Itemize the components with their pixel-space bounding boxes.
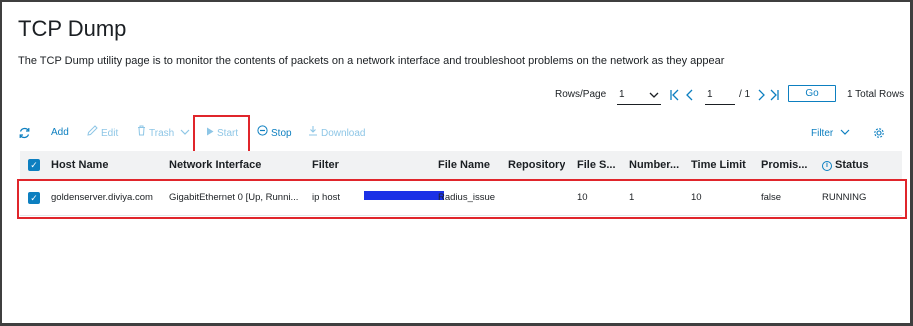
pencil-icon <box>87 124 98 142</box>
chevron-down-icon <box>180 124 190 142</box>
rows-per-page-select[interactable]: 1 <box>617 86 661 105</box>
column-filter[interactable]: Filter <box>312 151 339 179</box>
filter-label: Filter <box>811 128 834 139</box>
stop-icon <box>257 124 268 142</box>
last-page-icon[interactable] <box>768 86 780 109</box>
column-network-interface[interactable]: Network Interface <box>169 151 261 179</box>
trash-button[interactable]: Trash <box>137 124 193 143</box>
stop-label: Stop <box>271 128 292 139</box>
chevron-down-icon <box>649 86 659 111</box>
download-label: Download <box>321 128 366 139</box>
page-number-input[interactable]: 1 <box>705 86 735 105</box>
go-button[interactable]: Go <box>788 85 836 102</box>
column-time-limit[interactable]: Time Limit <box>691 151 746 179</box>
rows-per-page-value: 1 <box>619 89 625 100</box>
start-highlight-box <box>193 115 250 154</box>
previous-page-icon[interactable] <box>685 86 695 109</box>
page-title: TCP Dump <box>18 16 127 41</box>
column-file-name[interactable]: File Name <box>438 151 490 179</box>
column-promiscuous[interactable]: Promis... <box>761 151 807 179</box>
edit-button[interactable]: Edit <box>87 124 118 143</box>
row-highlight-box <box>17 179 907 219</box>
edit-label: Edit <box>101 128 119 139</box>
first-page-icon[interactable] <box>669 86 681 109</box>
select-all-checkbox[interactable]: ✓ <box>28 159 40 171</box>
download-icon <box>308 124 318 142</box>
stop-button[interactable]: Stop <box>257 124 292 143</box>
gear-icon[interactable] <box>873 124 885 149</box>
column-number[interactable]: Number... <box>629 151 679 179</box>
trash-label: Trash <box>149 128 175 139</box>
table-header: ✓ Host Name Network Interface Filter Fil… <box>20 151 902 179</box>
refresh-icon[interactable] <box>18 124 31 149</box>
next-page-icon[interactable] <box>756 86 766 109</box>
page-description: The TCP Dump utility page is to monitor … <box>18 55 725 67</box>
download-button[interactable]: Download <box>308 124 365 143</box>
column-repository[interactable]: Repository <box>508 151 565 179</box>
chevron-down-icon <box>840 124 850 142</box>
info-icon: i <box>822 161 832 171</box>
toolbar: Add Edit Trash Start Stop Download Filte… <box>18 115 888 154</box>
column-status-label: Status <box>835 159 869 171</box>
total-rows: 1 Total Rows <box>847 89 905 100</box>
filter-button[interactable]: Filter <box>811 124 853 143</box>
column-file-size[interactable]: File S... <box>577 151 616 179</box>
add-button[interactable]: Add <box>51 124 69 142</box>
trash-icon <box>137 124 146 142</box>
column-host-name[interactable]: Host Name <box>51 151 108 179</box>
add-label: Add <box>51 127 69 138</box>
column-status[interactable]: i Status <box>822 151 869 179</box>
page-count: / 1 <box>739 89 751 100</box>
rows-per-page-label: Rows/Page <box>555 89 607 100</box>
